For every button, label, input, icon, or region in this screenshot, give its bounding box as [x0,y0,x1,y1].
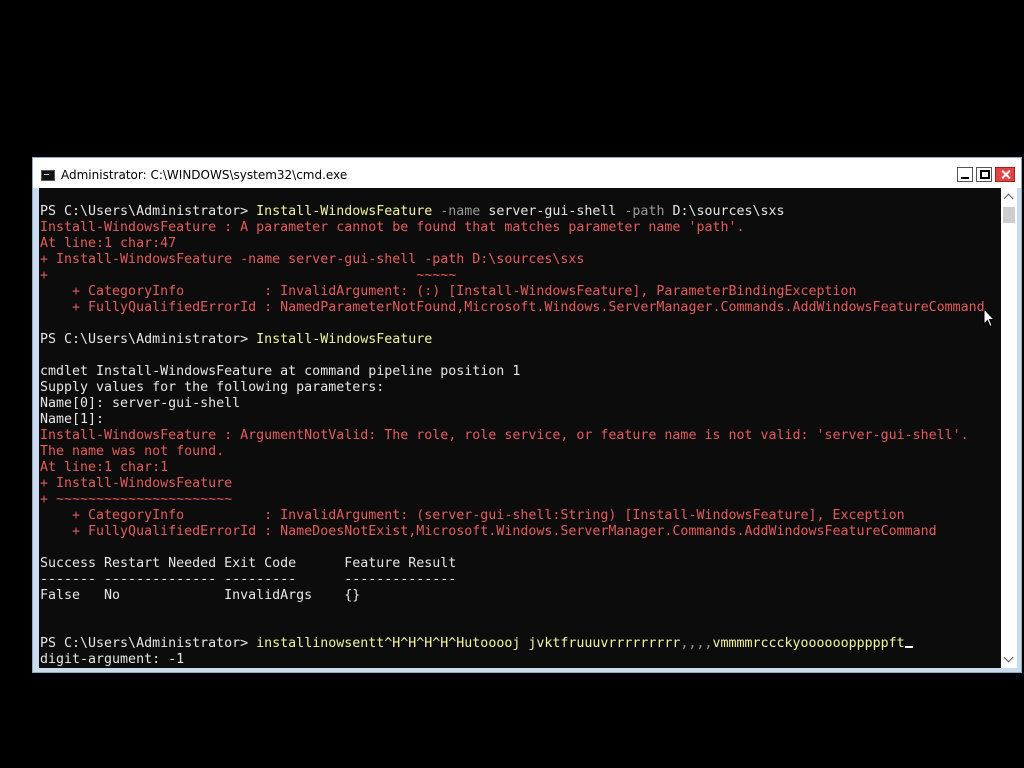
console-text: ,,,, [680,636,713,651]
console-text: Success Restart Needed Exit Code Feature… [40,556,457,571]
console-text: Install-WindowsFeature : ArgumentNotVali… [40,428,969,443]
console-line: Success Restart Needed Exit Code Feature… [40,556,456,572]
console-line: Install-WindowsFeature : A parameter can… [40,220,744,236]
console-text: PS C:\Users\Administrator> [40,332,257,347]
title-bar[interactable]: Administrator: C:\WINDOWS\system32\cmd.e… [33,158,1021,189]
console-line: + Install-WindowsFeature -name server-gu… [40,252,584,268]
console-text: + ~~~~~~~~~~~~~~~~~~~~~~ [40,492,233,507]
console-line: The name was not found. [40,444,224,460]
console-text: server-gui-shell [488,204,625,219]
console-line: digit-argument: -1 [40,652,184,668]
maximize-button[interactable] [976,167,992,182]
console-text: + ~~~~~ [40,268,457,283]
console-line: cmdlet Install-WindowsFeature at command… [40,364,520,380]
console-text: The name was not found. [40,444,225,459]
console-app-icon[interactable] [41,170,55,181]
console-line: PS C:\Users\Administrator> Install-Windo… [40,332,432,348]
console-text: + FullyQualifiedErrorId : NameDoesNotExi… [40,524,937,539]
console-text: Name[0]: server-gui-shell [40,396,241,411]
console-text: Install-WindowsFeature [256,332,433,347]
text-cursor [904,646,913,648]
scroll-up-arrow-icon[interactable] [1001,188,1017,205]
console-line: Supply values for the following paramete… [40,380,384,396]
console-text: installinowsentt^H^H^H^H^Hutooooj jvktfr… [256,636,681,651]
console-output[interactable]: PS C:\Users\Administrator> Install-Windo… [39,188,1001,668]
console-text: False No InvalidArgs {} [40,588,361,603]
console-text: D:\sources\sxs [672,204,785,219]
console-line: ------- -------------- --------- -------… [40,572,456,588]
console-line: + Install-WindowsFeature [40,476,232,492]
console-text: Supply values for the following paramete… [40,380,385,395]
console-text: + CategoryInfo : InvalidArgument: (:) [I… [40,284,857,299]
console-text: PS C:\Users\Administrator> [40,636,257,651]
console-text: + Install-WindowsFeature [40,476,233,491]
console-line: False No InvalidArgs {} [40,588,360,604]
console-text: Name[1]: [40,412,105,427]
scroll-down-arrow-icon[interactable] [1001,651,1017,668]
console-line: + CategoryInfo : InvalidArgument: (serve… [40,508,905,524]
console-text: ------- -------------- --------- -------… [40,572,457,587]
console-line: + FullyQualifiedErrorId : NameDoesNotExi… [40,524,937,540]
console-text: + CategoryInfo : InvalidArgument: (serve… [40,508,905,523]
console-text: Install-WindowsFeature : A parameter can… [40,220,745,235]
console-line: Name[1]: [40,412,104,428]
console-text: Install-WindowsFeature [256,204,441,219]
console-line: + ~~~~~ [40,268,456,284]
console-text: -name [440,204,489,219]
console-line: + CategoryInfo : InvalidArgument: (:) [I… [40,284,857,300]
close-button[interactable] [995,167,1015,182]
minimize-button[interactable] [957,167,973,182]
console-text: cmdlet Install-WindowsFeature at command… [40,364,521,379]
console-text: PS C:\Users\Administrator> [40,204,257,219]
console-text: vmmmmrccckyoooooopppppft [712,636,905,651]
console-text: + Install-WindowsFeature -name server-gu… [40,252,585,267]
console-line: + ~~~~~~~~~~~~~~~~~~~~~~ [40,492,232,508]
console-line: + FullyQualifiedErrorId : NamedParameter… [40,300,985,316]
console-line: Install-WindowsFeature : ArgumentNotVali… [40,428,969,444]
console-line: PS C:\Users\Administrator> Install-Windo… [40,204,785,220]
console-line: At line:1 char:47 [40,236,176,252]
console-text: At line:1 char:1 [40,460,169,475]
console-text: At line:1 char:47 [40,236,177,251]
vertical-scrollbar[interactable] [1001,188,1017,668]
console-line: At line:1 char:1 [40,460,168,476]
window-title: Administrator: C:\WINDOWS\system32\cmd.e… [61,168,348,182]
console-text: digit-argument: -1 [40,652,185,667]
console-line: PS C:\Users\Administrator> installinowse… [40,636,913,652]
cmd-window: Administrator: C:\WINDOWS\system32\cmd.e… [32,157,1022,673]
console-line: Name[0]: server-gui-shell [40,396,240,412]
console-text: + FullyQualifiedErrorId : NamedParameter… [40,300,985,315]
scrollbar-thumb[interactable] [1003,207,1015,223]
mouse-pointer-icon [983,308,995,328]
console-text: -path [624,204,673,219]
